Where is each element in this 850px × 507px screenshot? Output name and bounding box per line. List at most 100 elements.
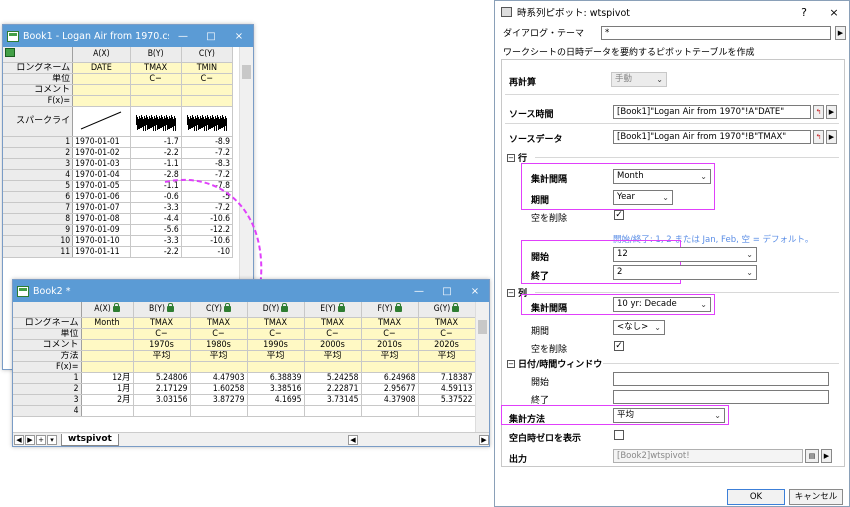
data-cell[interactable]: 6.38839	[247, 372, 305, 384]
label-cell[interactable]	[130, 84, 182, 96]
column-header[interactable]: G(Y)	[418, 302, 476, 318]
label-cell[interactable]: TMAX	[418, 317, 476, 329]
label-cell[interactable]: TMAX	[361, 317, 419, 329]
row-header[interactable]: 4	[13, 405, 82, 417]
help-button[interactable]: ?	[789, 6, 819, 19]
scroll-thumb[interactable]	[478, 320, 487, 334]
data-cell[interactable]: 2.22871	[304, 383, 362, 395]
output-menu-button[interactable]: ▶	[821, 449, 832, 463]
source-data-pick-icon[interactable]: ↰	[813, 130, 824, 144]
select-all-corner[interactable]	[13, 302, 82, 318]
dt-section-header[interactable]: − 日付/時間ウィンドウ	[507, 357, 602, 370]
book2-titlebar[interactable]: Book2 * — □ ×	[13, 280, 489, 302]
label-cell[interactable]: 1980s	[190, 339, 248, 351]
label-cell[interactable]	[361, 361, 419, 373]
add-sheet-icon[interactable]: +	[36, 434, 46, 445]
source-time-pick-icon[interactable]: ↰	[813, 105, 824, 119]
label-cell[interactable]: 平均	[190, 350, 248, 362]
label-cell[interactable]: C−	[181, 73, 234, 85]
label-cell[interactable]: C−	[361, 328, 419, 340]
close-button[interactable]: ×	[225, 31, 253, 42]
row-header[interactable]: 7	[3, 202, 74, 214]
label-cell[interactable]: C−	[130, 73, 182, 85]
label-cell[interactable]: 平均	[247, 350, 305, 362]
label-cell[interactable]	[72, 84, 131, 96]
label-cell[interactable]: 2000s	[304, 339, 362, 351]
label-cell[interactable]: TMAX	[130, 62, 182, 74]
label-cell[interactable]	[72, 95, 131, 107]
label-cell[interactable]	[130, 95, 182, 107]
label-cell[interactable]	[181, 84, 234, 96]
column-header[interactable]: F(Y)	[361, 302, 419, 318]
hscroll-left-icon[interactable]: ◀	[348, 434, 358, 445]
data-cell[interactable]	[81, 405, 134, 417]
row-header[interactable]: 3	[13, 394, 82, 406]
theme-input[interactable]: *	[601, 26, 831, 40]
label-cell[interactable]: Month	[81, 317, 134, 329]
label-cell[interactable]: 1990s	[247, 339, 305, 351]
row-interval-dropdown[interactable]: Month ⌄	[613, 169, 711, 184]
label-cell[interactable]	[247, 361, 305, 373]
data-cell[interactable]: 5.24806	[133, 372, 191, 384]
row-remove-empty-checkbox[interactable]: ✓	[614, 210, 624, 220]
label-cell[interactable]	[304, 361, 362, 373]
column-header[interactable]: C(Y)	[190, 302, 248, 318]
label-cell[interactable]	[81, 328, 134, 340]
label-cell[interactable]	[72, 106, 131, 137]
row-header[interactable]: 5	[3, 180, 74, 192]
row-header[interactable]: 1	[3, 136, 74, 148]
data-cell[interactable]: 12月	[81, 372, 134, 384]
dt-start-input[interactable]	[613, 372, 829, 386]
data-cell[interactable]: 4.47903	[190, 372, 248, 384]
data-cell[interactable]: -8.9	[181, 136, 234, 148]
book2-vertical-scrollbar[interactable]	[475, 302, 489, 432]
row-header[interactable]: 11	[3, 246, 74, 258]
data-cell[interactable]: 3.38516	[247, 383, 305, 395]
row-header[interactable]: 9	[3, 224, 74, 236]
data-cell[interactable]: 1970-01-01	[72, 136, 131, 148]
hscroll-right-icon[interactable]: ▶	[479, 434, 489, 445]
label-cell[interactable]: 平均	[418, 350, 476, 362]
row-period-dropdown[interactable]: Year ⌄	[613, 190, 673, 205]
data-cell[interactable]: 1970-01-02	[72, 147, 131, 159]
data-cell[interactable]	[133, 405, 191, 417]
data-cell[interactable]	[247, 405, 305, 417]
label-cell[interactable]: TMAX	[133, 317, 191, 329]
column-header[interactable]: B(Y)	[130, 47, 182, 63]
label-cell[interactable]: 1970s	[133, 339, 191, 351]
data-cell[interactable]: 3.73145	[304, 394, 362, 406]
data-cell[interactable]	[418, 405, 476, 417]
end-dropdown[interactable]: 2 ⌄	[613, 265, 757, 280]
column-header[interactable]: D(Y)	[247, 302, 305, 318]
source-data-input[interactable]: [Book1]"Logan Air from 1970"!B"TMAX"	[613, 130, 811, 144]
label-cell[interactable]	[81, 350, 134, 362]
row-header[interactable]: 2	[13, 383, 82, 395]
method-dropdown[interactable]: 平均 ⌄	[613, 408, 725, 423]
label-cell[interactable]	[418, 361, 476, 373]
column-header[interactable]: B(Y)	[133, 302, 191, 318]
data-cell[interactable]: -7.2	[181, 147, 234, 159]
row-header[interactable]: 3	[3, 158, 74, 170]
label-cell[interactable]: 平均	[304, 350, 362, 362]
row-header[interactable]: 8	[3, 213, 74, 225]
data-cell[interactable]: -2.2	[130, 147, 182, 159]
label-cell[interactable]: DATE	[72, 62, 131, 74]
dialog-close-button[interactable]: ×	[819, 6, 849, 19]
data-cell[interactable]: -1.1	[130, 158, 182, 170]
column-header[interactable]: C(Y)	[181, 47, 234, 63]
ok-button[interactable]: OK	[727, 489, 785, 505]
label-cell[interactable]: C−	[133, 328, 191, 340]
source-time-menu-button[interactable]: ▶	[826, 105, 837, 119]
data-cell[interactable]: 1970-01-11	[72, 246, 131, 258]
col-remove-empty-checkbox[interactable]: ✓	[614, 341, 624, 351]
col-period-dropdown[interactable]: <なし> ⌄	[613, 320, 665, 335]
data-cell[interactable]: -8.3	[181, 158, 234, 170]
label-cell[interactable]	[190, 361, 248, 373]
label-cell[interactable]: 平均	[133, 350, 191, 362]
data-cell[interactable]: 2.95677	[361, 383, 419, 395]
label-cell[interactable]: TMAX	[190, 317, 248, 329]
label-cell[interactable]	[133, 361, 191, 373]
tab-next-icon[interactable]: ▶	[25, 434, 35, 445]
data-cell[interactable]: 2.17129	[133, 383, 191, 395]
data-cell[interactable]: 4.1695	[247, 394, 305, 406]
